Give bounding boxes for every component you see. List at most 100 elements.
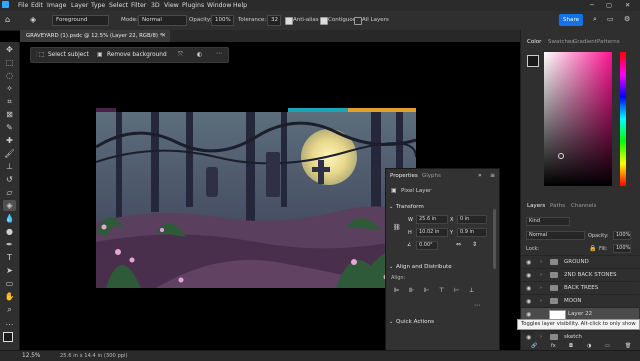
adjustment-icon[interactable]: ◑: [587, 343, 591, 349]
chevron-right-icon[interactable]: ›: [540, 272, 542, 278]
menu-help[interactable]: Help: [233, 2, 247, 9]
lock-icon[interactable]: 🔒: [589, 245, 596, 252]
flip-vertical-icon[interactable]: ⇕: [472, 241, 477, 248]
layer-row[interactable]: ◉ › GROUND: [521, 255, 639, 269]
tab-properties[interactable]: Properties: [390, 173, 418, 179]
menu-edit[interactable]: Edit: [31, 2, 43, 9]
menu-type[interactable]: Type: [91, 2, 105, 9]
document-tab[interactable]: GRAVEYARD (1).psdc @ 12.5% (Layer 22, RG…: [20, 30, 170, 42]
zoom-tool-icon[interactable]: ⌕: [3, 304, 16, 315]
foreground-color-swatch[interactable]: [3, 332, 13, 342]
align-middle-icon[interactable]: ⊢: [454, 287, 459, 294]
width-field[interactable]: 25.6 in: [416, 215, 448, 224]
trash-icon[interactable]: 🗑: [625, 343, 631, 349]
height-field[interactable]: 10.02 in: [416, 228, 448, 237]
chevron-right-icon[interactable]: ›: [540, 259, 542, 265]
tab-channels[interactable]: Channels: [571, 203, 596, 209]
bucket-icon[interactable]: ◈: [30, 15, 36, 24]
close-tab-icon[interactable]: ✕: [161, 32, 166, 39]
crop-tool-icon[interactable]: ⌗: [3, 96, 16, 107]
home-icon[interactable]: ⌂: [5, 15, 10, 24]
tab-gradient[interactable]: Gradient: [573, 39, 597, 45]
panel-menu-icon[interactable]: ≡: [490, 172, 495, 179]
tab-glyphs[interactable]: Glyphs: [422, 173, 441, 179]
eyedropper-tool-icon[interactable]: ✎: [3, 122, 16, 133]
fg-color-chip[interactable]: [527, 55, 539, 67]
contiguous-checkbox[interactable]: [320, 17, 328, 25]
document-canvas[interactable]: [96, 112, 416, 288]
marquee-tool-icon[interactable]: ⬚: [3, 57, 16, 68]
fill-source-select[interactable]: Foreground: [52, 15, 109, 26]
tab-swatches[interactable]: Swatches: [548, 39, 574, 45]
layer-row[interactable]: ◉ › MOON: [521, 294, 639, 308]
opacity-field[interactable]: 100%: [211, 15, 234, 26]
scrollbar[interactable]: [493, 209, 496, 269]
stamp-tool-icon[interactable]: ⊥: [3, 161, 16, 172]
x-field[interactable]: 0 in: [457, 215, 487, 224]
menu-layer[interactable]: Layer: [71, 2, 88, 9]
align-center-icon[interactable]: ⊪: [409, 287, 414, 294]
close-icon[interactable]: ✕: [625, 2, 630, 9]
menu-file[interactable]: File: [18, 2, 28, 9]
blur-tool-icon[interactable]: 💧: [3, 213, 16, 224]
more-tools-icon[interactable]: …: [3, 317, 16, 328]
eye-icon[interactable]: ◉: [526, 272, 531, 279]
shape-tool-icon[interactable]: ▭: [3, 278, 16, 289]
tab-patterns[interactable]: Patterns: [597, 39, 620, 45]
tolerance-field[interactable]: 32: [267, 15, 281, 26]
chevron-down-icon[interactable]: ⌄: [389, 264, 393, 270]
align-left-icon[interactable]: ⊫: [394, 287, 399, 294]
align-top-icon[interactable]: ⊤: [439, 287, 444, 294]
search-icon[interactable]: ⌕: [593, 15, 597, 24]
share-button[interactable]: Share: [559, 14, 583, 26]
chevron-down-icon[interactable]: ⌄: [389, 204, 393, 210]
align-bottom-icon[interactable]: ⊥: [469, 287, 474, 294]
y-field[interactable]: 0.9 in: [457, 228, 487, 237]
tab-color[interactable]: Color: [527, 39, 541, 45]
paint-bucket-tool-icon[interactable]: ◈: [3, 200, 16, 211]
magic-wand-tool-icon[interactable]: ✧: [3, 83, 16, 94]
maximize-icon[interactable]: ▢: [606, 2, 612, 9]
layer-row[interactable]: ◉ › 2ND BACK STONES: [521, 268, 639, 282]
workspace-icon[interactable]: ▭: [607, 15, 614, 23]
mode-select[interactable]: Normal: [138, 15, 187, 26]
transform-icon[interactable]: ⤧: [178, 51, 183, 59]
path-select-tool-icon[interactable]: ➤: [3, 265, 16, 276]
zoom-level[interactable]: 12.5%: [22, 353, 40, 359]
angle-field[interactable]: 0.00°: [416, 241, 438, 250]
align-right-icon[interactable]: ⊩: [424, 287, 429, 294]
history-brush-icon[interactable]: ↺: [3, 174, 16, 185]
fx-icon[interactable]: fx: [551, 343, 556, 349]
more-options-icon[interactable]: ⋯: [474, 302, 480, 309]
mask-add-icon[interactable]: ◘: [569, 343, 573, 349]
antialias-checkbox[interactable]: [285, 17, 293, 25]
chevron-right-icon[interactable]: ›: [540, 334, 542, 340]
chevron-right-icon[interactable]: ›: [540, 298, 542, 304]
type-tool-icon[interactable]: T: [3, 252, 16, 263]
menu-window[interactable]: Window: [207, 2, 231, 9]
menu-image[interactable]: Image: [47, 2, 66, 9]
move-tool-icon[interactable]: ✥: [3, 44, 16, 55]
all-layers-checkbox[interactable]: [354, 17, 362, 25]
select-subject-button[interactable]: ⬚ Select subject: [39, 49, 89, 60]
eye-icon[interactable]: ◉: [526, 311, 531, 318]
minimize-icon[interactable]: ─: [590, 2, 594, 9]
pen-tool-icon[interactable]: ✒: [3, 239, 16, 250]
new-group-icon[interactable]: ▭: [605, 343, 610, 349]
eraser-tool-icon[interactable]: ▱: [3, 187, 16, 198]
lasso-tool-icon[interactable]: ◌: [3, 70, 16, 81]
dodge-tool-icon[interactable]: ●: [3, 226, 16, 237]
layer-opacity-field[interactable]: 100%: [613, 231, 631, 240]
healing-tool-icon[interactable]: ✚: [3, 135, 16, 146]
hand-tool-icon[interactable]: ✋: [3, 291, 16, 302]
menu-select[interactable]: Select: [109, 2, 128, 9]
layer-filter-kind[interactable]: Kind: [526, 217, 570, 226]
flip-horizontal-icon[interactable]: ⇔: [456, 241, 461, 248]
layer-row[interactable]: ◉ › sketch: [521, 330, 639, 344]
brush-tool-icon[interactable]: 🖌: [3, 148, 16, 159]
frame-tool-icon[interactable]: ⊠: [3, 109, 16, 120]
color-picker-field[interactable]: [544, 52, 612, 186]
mask-icon[interactable]: ◐: [197, 51, 202, 58]
eye-icon[interactable]: ◉: [526, 298, 531, 305]
chevron-right-icon[interactable]: ›: [540, 285, 542, 291]
